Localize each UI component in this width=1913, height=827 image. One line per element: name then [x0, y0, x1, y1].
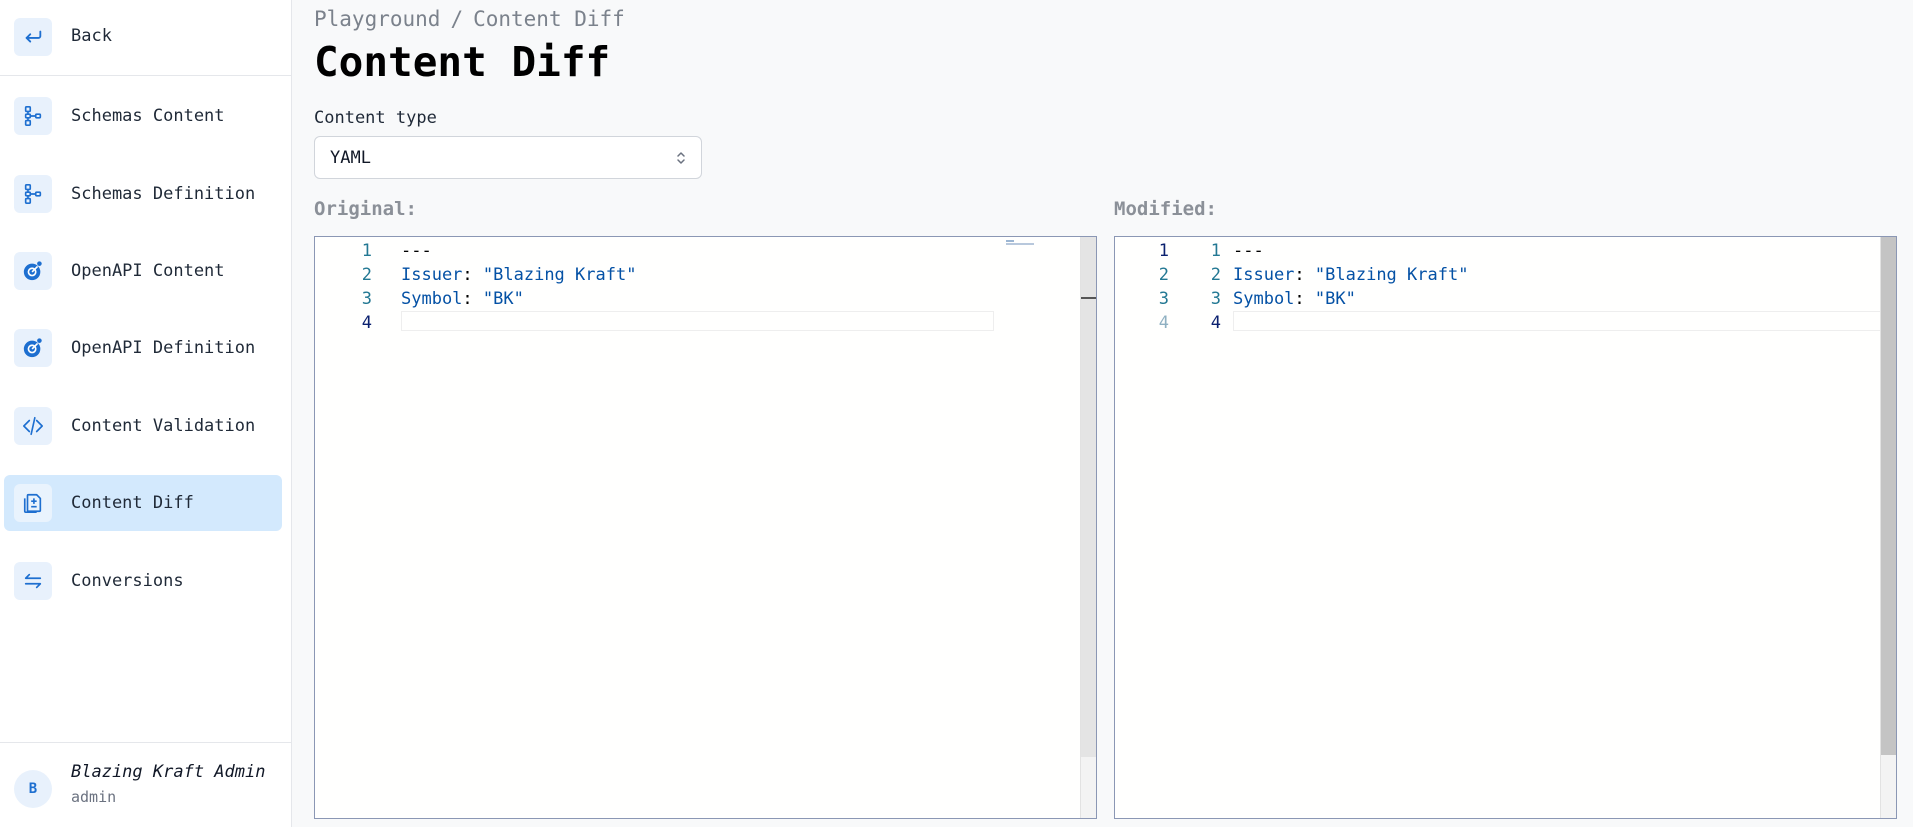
code-line: Symbol: "BK" [1233, 289, 1356, 309]
sidebar-item-content-diff[interactable]: Content Diff [4, 475, 282, 531]
line-number: 2 [1210, 265, 1221, 285]
swap-arrows-icon [14, 562, 52, 600]
code-line: --- [401, 241, 432, 261]
sidebar-item-content-validation[interactable]: Content Validation [4, 398, 282, 454]
sidebar-item-conversions[interactable]: Conversions [4, 553, 282, 609]
line-number: 3 [1210, 289, 1221, 309]
original-line-number: 4 [1158, 313, 1169, 333]
code-line: Symbol: "BK" [401, 289, 524, 309]
modified-label: Modified: [1114, 198, 1217, 220]
diff-document-icon [14, 484, 52, 522]
scrollbar-marker [1081, 297, 1096, 299]
original-label: Original: [314, 198, 417, 220]
sidebar-item-schemas-definition[interactable]: Schemas Definition [4, 166, 282, 222]
user-role: admin [71, 788, 117, 806]
return-arrow-icon [14, 18, 52, 56]
modified-editor[interactable]: 1 2 3 4 1 2 3 4 --- Issuer: "Blazing Kra… [1114, 236, 1897, 819]
sidebar-item-label: Content Diff [71, 493, 194, 513]
breadcrumb-separator: / [450, 7, 464, 31]
code-line: --- [1233, 241, 1264, 261]
sidebar-item-openapi-content[interactable]: OpenAPI Content [4, 243, 282, 299]
code-icon [14, 407, 52, 445]
openapi-icon [14, 252, 52, 290]
original-scrollbar[interactable] [1080, 237, 1096, 818]
user-name: Blazing Kraft Admin [71, 762, 266, 782]
chevron-up-down-icon [677, 152, 685, 164]
code-line: Issuer: "Blazing Kraft" [401, 265, 637, 285]
content-type-select[interactable]: YAML [314, 136, 702, 179]
original-editor[interactable]: 1 2 3 4 --- Issuer: "Blazing Kraft" Symb… [314, 236, 1097, 819]
original-line-number: 2 [1158, 265, 1169, 285]
minimap[interactable] [1006, 239, 1036, 247]
breadcrumb: Playground / Content Diff [314, 7, 625, 31]
openapi-icon [14, 329, 52, 367]
user-profile[interactable]: B Blazing Kraft Admin admin [0, 742, 292, 827]
current-line-highlight [1233, 311, 1896, 331]
original-line-number: 1 [1158, 241, 1169, 261]
scrollbar-thumb[interactable] [1081, 237, 1096, 757]
sidebar-item-label: OpenAPI Definition [71, 338, 256, 358]
sidebar-item-label: Schemas Content [71, 106, 225, 126]
scrollbar-thumb[interactable] [1881, 237, 1896, 755]
content-type-label: Content type [314, 108, 437, 128]
line-number: 1 [361, 241, 372, 261]
page-title: Content Diff [314, 38, 611, 86]
back-button[interactable]: Back [0, 0, 292, 76]
original-line-number: 3 [1158, 289, 1169, 309]
modified-scrollbar[interactable] [1880, 237, 1896, 818]
sidebar-item-label: Schemas Definition [71, 184, 256, 204]
code-line: Issuer: "Blazing Kraft" [1233, 265, 1469, 285]
line-number: 1 [1210, 241, 1221, 261]
sidebar-item-label: Content Validation [71, 416, 256, 436]
breadcrumb-current: Content Diff [473, 7, 625, 31]
sidebar-item-openapi-definition[interactable]: OpenAPI Definition [4, 320, 282, 376]
avatar: B [14, 770, 52, 808]
sidebar-item-label: Conversions [71, 571, 184, 591]
current-line-highlight [401, 311, 994, 331]
content-type-value: YAML [330, 148, 371, 168]
sidebar: Back Schemas Content Schemas Definition … [0, 0, 292, 827]
line-number: 4 [361, 313, 372, 333]
schema-tree-icon [14, 175, 52, 213]
sidebar-item-schemas-content[interactable]: Schemas Content [4, 88, 282, 144]
line-number: 2 [361, 265, 372, 285]
sidebar-item-label: OpenAPI Content [71, 261, 225, 281]
back-label: Back [71, 26, 112, 46]
schema-tree-icon [14, 97, 52, 135]
breadcrumb-parent-link[interactable]: Playground [314, 7, 440, 31]
line-number: 3 [361, 289, 372, 309]
line-number: 4 [1210, 313, 1221, 333]
